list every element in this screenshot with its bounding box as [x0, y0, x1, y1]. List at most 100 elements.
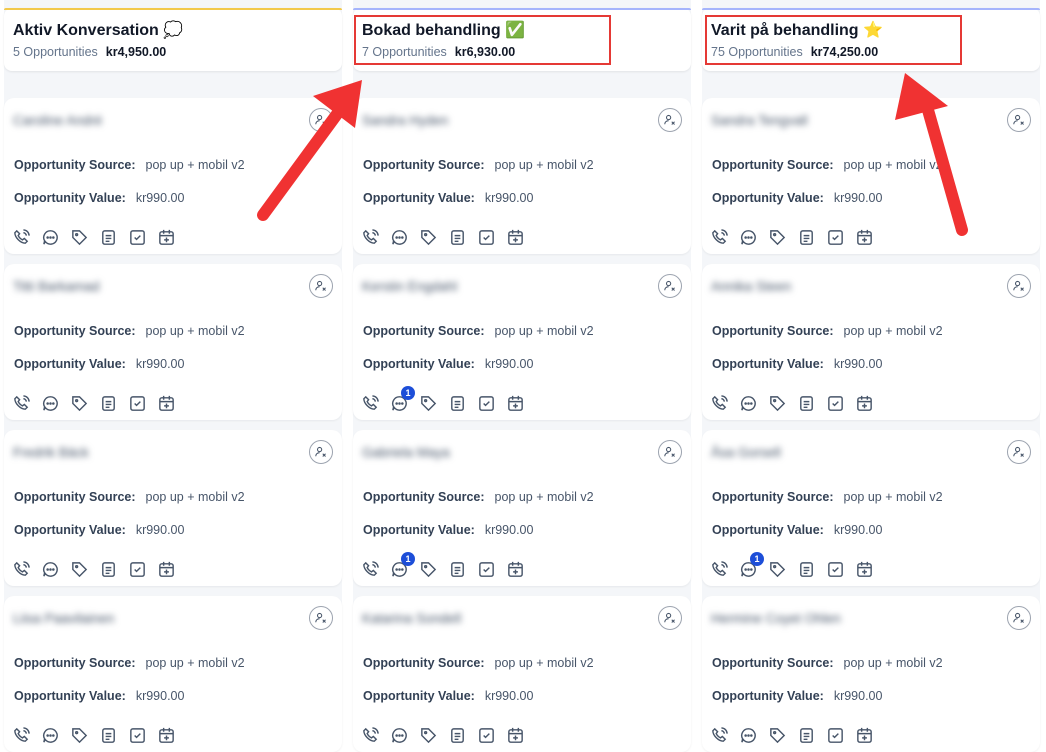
contact-name[interactable]: Titti Barkamad: [13, 279, 100, 294]
chat-icon[interactable]: [41, 560, 60, 579]
note-icon[interactable]: [99, 726, 118, 745]
phone-icon[interactable]: [361, 560, 380, 579]
chat-icon[interactable]: 1: [739, 552, 764, 579]
opportunity-card[interactable]: Gabriela Maya Opportunity Source: pop up +…: [353, 430, 691, 586]
task-icon[interactable]: [128, 394, 147, 413]
chat-icon[interactable]: [739, 394, 758, 413]
chat-icon[interactable]: [390, 228, 409, 247]
note-icon[interactable]: [448, 394, 467, 413]
phone-icon[interactable]: [710, 394, 729, 413]
tag-icon[interactable]: [70, 228, 89, 247]
phone-icon[interactable]: [12, 394, 31, 413]
contact-name[interactable]: Sandra Hyden: [362, 113, 448, 128]
task-icon[interactable]: [826, 726, 845, 745]
phone-icon[interactable]: [12, 560, 31, 579]
unassign-user-icon[interactable]: [658, 606, 682, 630]
tag-icon[interactable]: [419, 560, 438, 579]
task-icon[interactable]: [826, 228, 845, 247]
task-icon[interactable]: [128, 726, 147, 745]
tag-icon[interactable]: [419, 726, 438, 745]
calendar-add-icon[interactable]: [855, 726, 874, 745]
note-icon[interactable]: [797, 726, 816, 745]
chat-icon[interactable]: 1: [390, 386, 415, 413]
chat-icon[interactable]: 1: [390, 552, 415, 579]
calendar-add-icon[interactable]: [506, 394, 525, 413]
unassign-user-icon[interactable]: [309, 606, 333, 630]
contact-name[interactable]: Sandra Tengvall: [711, 113, 808, 128]
unassign-user-icon[interactable]: [658, 108, 682, 132]
phone-icon[interactable]: [12, 726, 31, 745]
calendar-add-icon[interactable]: [855, 560, 874, 579]
opportunity-card[interactable]: Sandra Tengvall Opportunity Source: pop up…: [702, 98, 1040, 254]
tag-icon[interactable]: [419, 394, 438, 413]
note-icon[interactable]: [797, 228, 816, 247]
task-icon[interactable]: [826, 394, 845, 413]
unassign-user-icon[interactable]: [1007, 440, 1031, 464]
opportunity-card[interactable]: Fredrik Bäck Opportunity Source: pop up + …: [4, 430, 342, 586]
phone-icon[interactable]: [710, 726, 729, 745]
calendar-add-icon[interactable]: [855, 228, 874, 247]
chat-icon[interactable]: [739, 726, 758, 745]
calendar-add-icon[interactable]: [157, 394, 176, 413]
task-icon[interactable]: [826, 560, 845, 579]
unassign-user-icon[interactable]: [309, 440, 333, 464]
opportunity-card[interactable]: Åsa Gorsell Opportunity Source: pop up + m…: [702, 430, 1040, 586]
unassign-user-icon[interactable]: [1007, 108, 1031, 132]
contact-name[interactable]: Liisa Paavilainen: [13, 611, 114, 626]
chat-icon[interactable]: [739, 228, 758, 247]
note-icon[interactable]: [797, 394, 816, 413]
unassign-user-icon[interactable]: [1007, 606, 1031, 630]
task-icon[interactable]: [477, 726, 496, 745]
column-header[interactable]: Aktiv Konversation 💭 5 Opportunities kr4,9…: [4, 8, 342, 71]
chat-icon[interactable]: [390, 726, 409, 745]
opportunity-card[interactable]: Annika Steen Opportunity Source: pop up + …: [702, 264, 1040, 420]
opportunity-card[interactable]: Kerstin Engdahl Opportunity Source: pop up…: [353, 264, 691, 420]
calendar-add-icon[interactable]: [157, 560, 176, 579]
opportunity-card[interactable]: Katarina Sondell Opportunity Source: pop u…: [353, 596, 691, 752]
chat-icon[interactable]: [41, 228, 60, 247]
opportunity-card[interactable]: Titti Barkamad Opportunity Source: pop up …: [4, 264, 342, 420]
calendar-add-icon[interactable]: [506, 228, 525, 247]
note-icon[interactable]: [797, 560, 816, 579]
tag-icon[interactable]: [70, 726, 89, 745]
contact-name[interactable]: Gabriela Maya: [362, 445, 450, 460]
phone-icon[interactable]: [361, 394, 380, 413]
calendar-add-icon[interactable]: [506, 560, 525, 579]
task-icon[interactable]: [477, 560, 496, 579]
contact-name[interactable]: Caroline André: [13, 113, 102, 128]
task-icon[interactable]: [477, 394, 496, 413]
opportunity-card[interactable]: Caroline André Opportunity Source: pop up …: [4, 98, 342, 254]
unassign-user-icon[interactable]: [658, 440, 682, 464]
note-icon[interactable]: [448, 228, 467, 247]
contact-name[interactable]: Kerstin Engdahl: [362, 279, 457, 294]
phone-icon[interactable]: [361, 228, 380, 247]
note-icon[interactable]: [448, 726, 467, 745]
note-icon[interactable]: [99, 394, 118, 413]
tag-icon[interactable]: [70, 394, 89, 413]
phone-icon[interactable]: [710, 560, 729, 579]
task-icon[interactable]: [128, 560, 147, 579]
unassign-user-icon[interactable]: [309, 274, 333, 298]
phone-icon[interactable]: [12, 228, 31, 247]
note-icon[interactable]: [99, 228, 118, 247]
contact-name[interactable]: Katarina Sondell: [362, 611, 461, 626]
calendar-add-icon[interactable]: [157, 726, 176, 745]
contact-name[interactable]: Fredrik Bäck: [13, 445, 89, 460]
note-icon[interactable]: [448, 560, 467, 579]
chat-icon[interactable]: [41, 394, 60, 413]
opportunity-card[interactable]: Hermine Coyet Ohlen Opportunity Source: po…: [702, 596, 1040, 752]
opportunity-card[interactable]: Sandra Hyden Opportunity Source: pop up + …: [353, 98, 691, 254]
tag-icon[interactable]: [768, 560, 787, 579]
contact-name[interactable]: Annika Steen: [711, 279, 791, 294]
calendar-add-icon[interactable]: [506, 726, 525, 745]
unassign-user-icon[interactable]: [309, 108, 333, 132]
note-icon[interactable]: [99, 560, 118, 579]
calendar-add-icon[interactable]: [157, 228, 176, 247]
tag-icon[interactable]: [768, 228, 787, 247]
contact-name[interactable]: Åsa Gorsell: [711, 445, 781, 460]
calendar-add-icon[interactable]: [855, 394, 874, 413]
tag-icon[interactable]: [768, 394, 787, 413]
opportunity-card[interactable]: Liisa Paavilainen Opportunity Source: pop …: [4, 596, 342, 752]
chat-icon[interactable]: [41, 726, 60, 745]
phone-icon[interactable]: [710, 228, 729, 247]
